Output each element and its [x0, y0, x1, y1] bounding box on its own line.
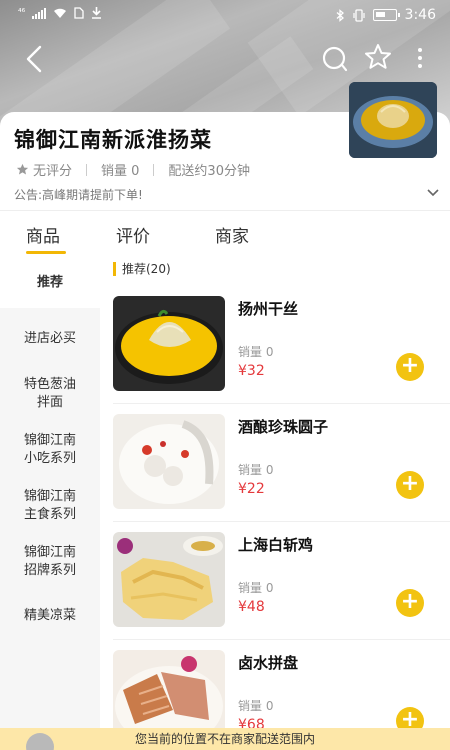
status-bar: ⁴⁶ 3:46: [0, 0, 450, 30]
section-title: 推荐(20): [113, 262, 171, 276]
signal-icon: [32, 7, 47, 19]
tab-bar: 商品 评价 商家: [0, 218, 450, 258]
delivery-range-notice: 您当前的位置不在商家配送范围内: [0, 728, 450, 750]
wifi-icon: [54, 8, 67, 18]
product-sales: 销量 0: [238, 581, 274, 595]
star-outline-icon: [365, 44, 391, 69]
product-image: [113, 414, 225, 509]
product-item[interactable]: 上海白斩鸡 销量 0 ¥48 +: [100, 532, 450, 650]
store-logo-image: [349, 82, 437, 158]
divider: [113, 521, 450, 522]
chevron-down-icon: [427, 189, 439, 197]
category-item[interactable]: 特色葱油 拌面: [0, 376, 100, 412]
category-item[interactable]: 锦御江南 小吃系列: [0, 432, 100, 468]
add-to-cart-button[interactable]: +: [396, 353, 424, 381]
category-item[interactable]: 推荐: [0, 258, 100, 308]
category-item[interactable]: 精美凉菜: [0, 607, 100, 625]
delivery-time: 配送约30分钟: [168, 164, 250, 179]
more-button[interactable]: [410, 42, 430, 74]
store-sales: 销量 0: [101, 164, 140, 179]
download-icon: [92, 7, 102, 19]
top-navigation: [0, 38, 450, 78]
category-item[interactable]: 锦御江南 主食系列: [0, 488, 100, 524]
divider: [113, 403, 450, 404]
product-name: 卤水拼盘: [238, 654, 299, 672]
product-image: [113, 532, 225, 627]
network-type: ⁴⁶: [18, 8, 26, 18]
product-item[interactable]: 酒酿珍珠圆子 销量 0 ¥22 +: [100, 414, 450, 532]
product-price: ¥32: [238, 363, 265, 379]
product-name: 上海白斩鸡: [238, 536, 314, 554]
back-button[interactable]: [20, 42, 50, 74]
sim-card-icon: [74, 7, 84, 19]
meta-divider: [86, 163, 88, 176]
product-name: 酒酿珍珠圆子: [238, 418, 329, 436]
battery-icon: [372, 9, 400, 21]
vibrate-icon: [352, 8, 365, 22]
divider: [113, 639, 450, 640]
rating-text: 无评分: [33, 164, 73, 179]
bluetooth-icon: [336, 8, 344, 22]
status-time: 3:46: [404, 7, 436, 23]
tab-products[interactable]: 商品: [26, 222, 60, 247]
product-name: 扬州干丝: [238, 300, 299, 318]
add-to-cart-button[interactable]: +: [396, 471, 424, 499]
notice-expand-button[interactable]: [426, 184, 440, 198]
chevron-left-icon: [26, 45, 42, 73]
chat-button[interactable]: [318, 42, 350, 74]
category-item[interactable]: 锦御江南 招牌系列: [0, 544, 100, 580]
product-sales: 销量 0: [238, 699, 274, 713]
tab-active-indicator: [26, 251, 66, 254]
category-item[interactable]: 进店必买: [0, 330, 100, 348]
meta-divider: [153, 163, 155, 176]
product-sales: 销量 0: [238, 345, 274, 359]
store-meta: 无评分 销量 0 配送约30分钟: [16, 160, 250, 179]
product-image: [113, 296, 225, 391]
chat-bubble-icon: [322, 46, 348, 72]
store-name: 锦御江南新派淮扬菜: [14, 128, 212, 152]
store-notice: 公告:高峰期请提前下单!: [14, 188, 143, 202]
product-price: ¥22: [238, 481, 265, 497]
favorite-button[interactable]: [362, 41, 394, 73]
star-icon: [16, 163, 29, 175]
tab-reviews[interactable]: 评价: [116, 222, 150, 247]
product-price: ¥48: [238, 599, 265, 615]
more-vertical-icon: [418, 48, 422, 68]
product-sales: 销量 0: [238, 463, 274, 477]
divider: [0, 210, 450, 211]
product-item[interactable]: 扬州干丝 销量 0 ¥32 +: [100, 296, 450, 414]
add-to-cart-button[interactable]: +: [396, 589, 424, 617]
category-sidebar: 推荐 进店必买 特色葱油 拌面 锦御江南 小吃系列 锦御江南 主食系列 锦御江南…: [0, 258, 100, 750]
tab-merchant[interactable]: 商家: [215, 222, 249, 247]
